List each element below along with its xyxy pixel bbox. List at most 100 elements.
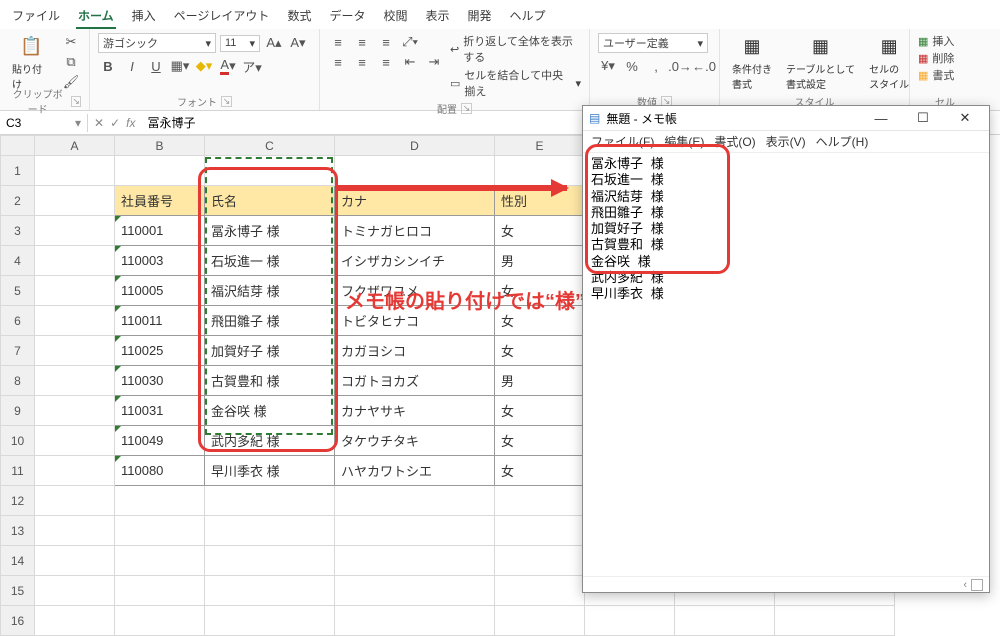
underline-button[interactable]: U xyxy=(146,57,166,75)
dec-decimal-icon[interactable]: ←.0 xyxy=(694,57,714,75)
cell[interactable]: 金谷咲 様 xyxy=(205,396,335,426)
cell[interactable] xyxy=(205,576,335,606)
inc-decimal-icon[interactable]: .0→ xyxy=(670,57,690,75)
cell[interactable] xyxy=(585,606,675,636)
cell[interactable]: 110031 xyxy=(115,396,205,426)
cell[interactable]: 110030 xyxy=(115,366,205,396)
wrap-text-button[interactable]: ↩折り返して全体を表示する xyxy=(450,33,581,65)
cell[interactable]: 古賀豊和 様 xyxy=(205,366,335,396)
bold-button[interactable]: B xyxy=(98,57,118,75)
cell[interactable] xyxy=(205,156,335,186)
cell[interactable]: 女 xyxy=(495,396,585,426)
increase-font-icon[interactable]: A▴ xyxy=(264,34,284,52)
font-color-icon[interactable]: A▾ xyxy=(218,57,238,75)
cell[interactable]: 110005 xyxy=(115,276,205,306)
notepad-menu-item[interactable]: ヘルプ(H) xyxy=(816,133,869,150)
column-header[interactable]: C xyxy=(205,136,335,156)
notepad-menu-item[interactable]: 書式(O) xyxy=(714,133,755,150)
maximize-button[interactable]: ☐ xyxy=(905,108,941,128)
ribbon-tab[interactable]: 表示 xyxy=(423,4,451,29)
align-top-icon[interactable]: ≡ xyxy=(328,33,348,51)
percent-icon[interactable]: % xyxy=(622,57,642,75)
cell[interactable] xyxy=(35,456,115,486)
cell[interactable]: ハヤカワトシエ xyxy=(335,456,495,486)
orientation-icon[interactable]: ⤢▾ xyxy=(400,33,420,51)
cell[interactable]: 110049 xyxy=(115,426,205,456)
cell[interactable]: 110001 xyxy=(115,216,205,246)
cell[interactable] xyxy=(335,516,495,546)
cell[interactable] xyxy=(35,606,115,636)
notepad-menu-item[interactable]: ファイル(F) xyxy=(591,133,654,150)
notepad-menu-item[interactable]: 表示(V) xyxy=(766,133,806,150)
cell[interactable]: 冨永博子 様 xyxy=(205,216,335,246)
indent-inc-icon[interactable]: ⇥ xyxy=(424,53,444,71)
cell[interactable]: 石坂進一 様 xyxy=(205,246,335,276)
cond-format-button[interactable]: ▦条件付き 書式 xyxy=(728,33,776,91)
ribbon-tab[interactable]: ページレイアウト xyxy=(172,4,272,29)
cell[interactable] xyxy=(35,576,115,606)
row-header[interactable]: 11 xyxy=(1,456,35,486)
decrease-font-icon[interactable]: A▾ xyxy=(288,34,308,52)
italic-button[interactable]: I xyxy=(122,57,142,75)
border-icon[interactable]: ▦▾ xyxy=(170,57,190,75)
align-left-icon[interactable]: ≡ xyxy=(328,53,348,71)
notepad-titlebar[interactable]: ▤ 無題 - メモ帳 — ☐ ✕ xyxy=(583,106,989,131)
cell[interactable]: 氏名 xyxy=(205,186,335,216)
cell[interactable]: イシザカシンイチ xyxy=(335,246,495,276)
cell[interactable] xyxy=(205,606,335,636)
cell[interactable]: タケウチタキ xyxy=(335,426,495,456)
cell[interactable]: 武内多紀 様 xyxy=(205,426,335,456)
cell[interactable] xyxy=(495,156,585,186)
cell[interactable]: 性別 xyxy=(495,186,585,216)
cell[interactable] xyxy=(115,486,205,516)
notepad-window[interactable]: ▤ 無題 - メモ帳 — ☐ ✕ ファイル(F)編集(E)書式(O)表示(V)ヘ… xyxy=(582,105,990,593)
cell[interactable]: フクザワユメ xyxy=(335,276,495,306)
cell[interactable] xyxy=(35,396,115,426)
cell[interactable] xyxy=(205,486,335,516)
number-format-combo[interactable]: ユーザー定義▾ xyxy=(598,33,708,53)
row-header[interactable]: 10 xyxy=(1,426,35,456)
row-header[interactable]: 2 xyxy=(1,186,35,216)
cell[interactable] xyxy=(115,546,205,576)
cell[interactable] xyxy=(115,576,205,606)
cell[interactable] xyxy=(335,486,495,516)
ribbon-tab[interactable]: 数式 xyxy=(285,4,313,29)
merge-center-button[interactable]: ▭セルを結合して中央揃え▾ xyxy=(450,67,581,99)
comma-icon[interactable]: , xyxy=(646,57,666,75)
cell[interactable] xyxy=(335,576,495,606)
cell[interactable]: 早川季衣 様 xyxy=(205,456,335,486)
phonetic-icon[interactable]: ア▾ xyxy=(242,57,262,75)
row-header[interactable]: 13 xyxy=(1,516,35,546)
cancel-formula-icon[interactable]: ✕ xyxy=(94,116,104,130)
cell[interactable] xyxy=(205,516,335,546)
ribbon-tab[interactable]: 挿入 xyxy=(130,4,158,29)
ribbon-tab[interactable]: ヘルプ xyxy=(508,4,548,29)
cell[interactable]: 110003 xyxy=(115,246,205,276)
row-header[interactable]: 5 xyxy=(1,276,35,306)
currency-icon[interactable]: ¥▾ xyxy=(598,57,618,75)
copy-icon[interactable]: ⧉ xyxy=(61,53,81,71)
cell[interactable]: 加賀好子 様 xyxy=(205,336,335,366)
ribbon-tab[interactable]: ファイル xyxy=(10,4,62,29)
cell[interactable]: 女 xyxy=(495,306,585,336)
cell[interactable]: 女 xyxy=(495,426,585,456)
cell[interactable] xyxy=(115,156,205,186)
row-header[interactable]: 16 xyxy=(1,606,35,636)
cell[interactable] xyxy=(335,606,495,636)
cell[interactable] xyxy=(775,606,895,636)
minimize-button[interactable]: — xyxy=(863,109,899,128)
fx-icon[interactable]: fx xyxy=(126,116,135,130)
select-all-corner[interactable] xyxy=(1,136,35,156)
cell[interactable] xyxy=(35,426,115,456)
cut-icon[interactable]: ✂ xyxy=(61,33,81,51)
column-header[interactable]: D xyxy=(335,136,495,156)
indent-dec-icon[interactable]: ⇤ xyxy=(400,53,420,71)
cell[interactable] xyxy=(35,156,115,186)
cell[interactable] xyxy=(35,306,115,336)
ribbon-tab[interactable]: データ xyxy=(327,4,367,29)
cell[interactable] xyxy=(115,516,205,546)
cell[interactable] xyxy=(35,186,115,216)
table-format-button[interactable]: ▦テーブルとして 書式設定 xyxy=(782,33,859,91)
cell[interactable] xyxy=(35,516,115,546)
cell[interactable]: 女 xyxy=(495,456,585,486)
